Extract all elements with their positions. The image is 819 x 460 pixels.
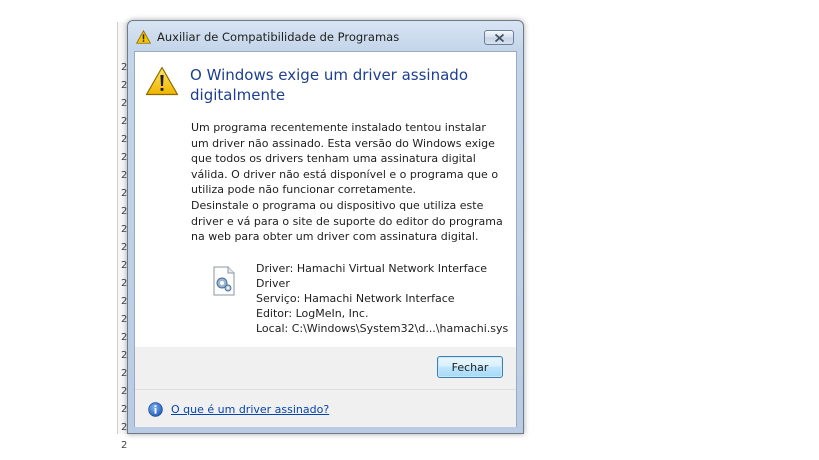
title-bar[interactable]: Auxiliar de Compatibilidade de Programas [128, 21, 523, 51]
dialog-content: O Windows exige um driver assinado digit… [134, 51, 517, 427]
driver-details: Driver: Hamachi Virtual Network Interfac… [256, 261, 511, 336]
publisher-name: Editor: LogMeIn, Inc. [256, 307, 369, 320]
warning-icon [136, 30, 151, 44]
service-name: Serviço: Hamachi Network Interface [256, 292, 455, 305]
signed-driver-help-link[interactable]: O que é um driver assinado? [171, 403, 329, 416]
instruction-paragraph: Desinstale o programa ou dispositivo que… [191, 199, 503, 243]
info-icon [148, 402, 163, 417]
explanation-paragraph: Um programa recentemente instalado tento… [191, 121, 499, 196]
dialog-heading: O Windows exige um driver assinado digit… [190, 66, 468, 104]
driver-file-icon [213, 266, 235, 296]
help-footer: O que é um driver assinado? [135, 389, 516, 427]
close-dialog-button[interactable]: Fechar [437, 356, 503, 378]
driver-name: Driver: Hamachi Virtual Network Interfac… [256, 262, 488, 290]
warning-icon [145, 66, 179, 96]
button-area: Fechar [135, 347, 516, 389]
window-title: Auxiliar de Compatibilidade de Programas [157, 30, 400, 44]
compatibility-assistant-dialog: Auxiliar de Compatibilidade de Programas… [127, 20, 524, 434]
close-icon [494, 33, 505, 43]
driver-location: Local: C:\Windows\System32\d...\hamachi.… [256, 322, 509, 335]
close-button[interactable] [484, 30, 514, 45]
background-row-glyph: 2 [121, 440, 128, 451]
